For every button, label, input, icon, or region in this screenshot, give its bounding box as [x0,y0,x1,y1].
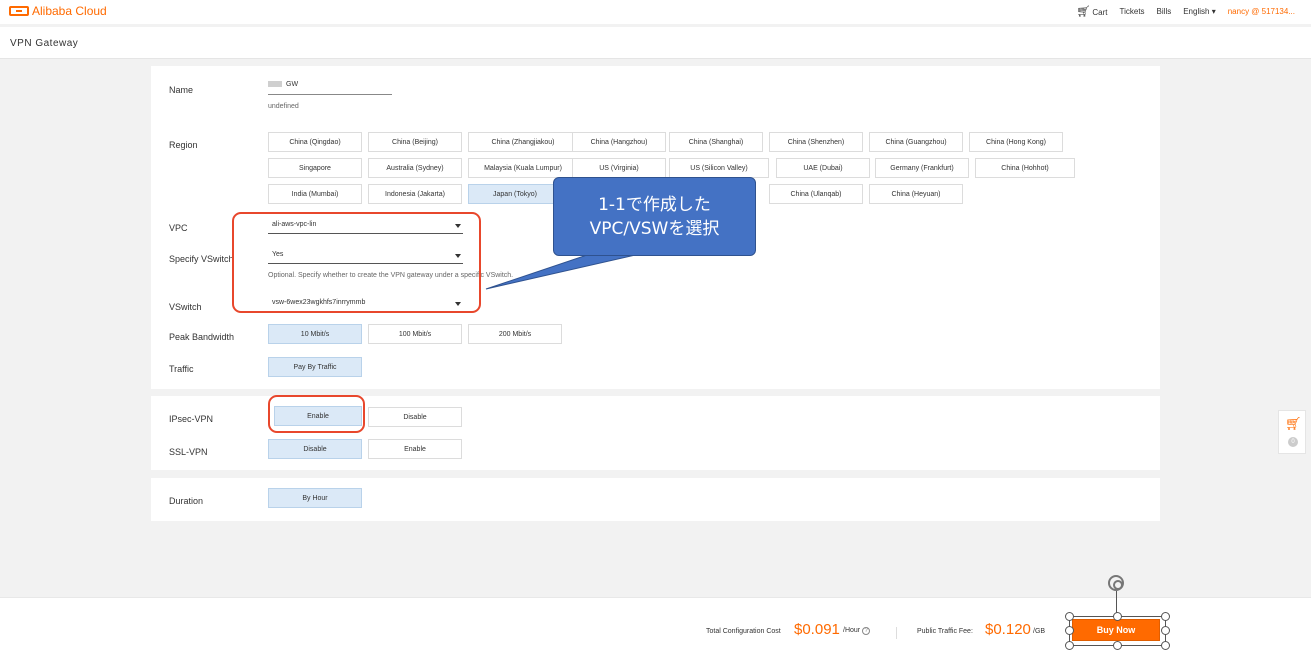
name-label: Name [169,85,194,95]
region-option[interactable]: China (Zhangjiakou) [468,132,578,152]
vpc-vswitch-highlight [232,212,481,313]
language-label: English [1183,7,1210,16]
alibaba-cloud-logo[interactable]: Alibaba Cloud [9,4,107,18]
region-option[interactable]: China (Beijing) [368,132,462,152]
specify-vswitch-label: Specify VSwitch [169,254,234,264]
name-input[interactable]: GW [268,79,392,95]
cart-label: Cart [1092,8,1108,17]
cart-count-badge: 0 [1288,437,1298,447]
region-option[interactable]: China (Shanghai) [669,132,763,152]
duration-option-by-hour[interactable]: By Hour [268,488,362,508]
language-dropdown[interactable]: English ▾ [1183,7,1216,16]
region-option[interactable]: India (Mumbai) [268,184,362,204]
buy-now-button[interactable]: Buy Now [1072,619,1160,641]
page-header: VPN Gateway [0,27,1311,59]
resize-handle[interactable] [1161,626,1170,635]
footer-divider [896,627,897,639]
region-option[interactable]: China (Hong Kong) [969,132,1063,152]
ssl-disable-option[interactable]: Disable [268,439,362,459]
traffic-label: Traffic [169,364,194,374]
bandwidth-option-100[interactable]: 100 Mbit/s [368,324,462,344]
redacted-text [268,81,282,88]
region-option[interactable]: UAE (Dubai) [776,158,870,178]
resize-handle[interactable] [1065,612,1074,621]
vswitch-label: VSwitch [169,302,202,312]
caret-down-icon: ▾ [1211,7,1216,16]
region-option[interactable]: US (Silicon Valley) [669,158,769,178]
region-option[interactable]: China (Hohhot) [975,158,1075,178]
region-option[interactable]: Germany (Frankfurt) [875,158,969,178]
alibaba-logo-icon [9,6,29,16]
peak-bandwidth-label: Peak Bandwidth [169,332,235,342]
ipsec-disable-option[interactable]: Disable [368,407,462,427]
traffic-fee-label: Public Traffic Fee: [917,628,973,635]
region-option[interactable]: US (Virginia) [572,158,666,178]
ipsec-vpn-label: IPsec-VPN [169,414,214,424]
help-icon[interactable]: ? [862,627,871,635]
region-option[interactable]: China (Ulanqab) [769,184,863,204]
callout-line-1: 1-1で作成した [598,195,711,215]
bandwidth-option-10[interactable]: 10 Mbit/s [268,324,362,344]
vpc-label: VPC [169,223,188,233]
total-cost-price: $0.091 [794,621,840,638]
name-value: GW [286,81,299,88]
bills-link[interactable]: Bills [1157,7,1172,16]
ssl-vpn-label: SSL-VPN [169,447,208,457]
region-option[interactable]: Australia (Sydney) [368,158,462,178]
resize-handle[interactable] [1065,626,1074,635]
callout-line-2: VPC/VSWを選択 [589,219,720,239]
resize-handle[interactable] [1161,641,1170,650]
ipsec-enable-highlight [268,395,365,433]
resize-handle[interactable] [1113,641,1122,650]
top-nav-links: 🛒︎ Cart Tickets Bills English ▾ nancy @ 5… [1076,5,1295,18]
cart-icon: 🛒︎ [1285,416,1302,431]
traffic-fee-price: $0.120 [985,621,1031,638]
floating-cart[interactable]: 🛒︎ 0 [1278,410,1306,454]
tickets-link[interactable]: Tickets [1120,7,1145,16]
resize-handle[interactable] [1161,612,1170,621]
region-option[interactable]: China (Heyuan) [869,184,963,204]
top-navigation-bar: Alibaba Cloud 🛒︎ Cart Tickets Bills Engli… [0,0,1311,24]
resize-handle[interactable] [1065,641,1074,650]
region-option[interactable]: China (Hangzhou) [572,132,666,152]
region-option[interactable]: China (Shenzhen) [769,132,863,152]
duration-label: Duration [169,496,204,506]
total-cost-label: Total Configuration Cost [706,628,781,635]
traffic-fee-unit: /GB [1033,628,1046,635]
region-label: Region [169,140,198,150]
ssl-enable-option[interactable]: Enable [368,439,462,459]
total-cost-unit-text: /Hour [843,627,861,634]
logo-text: Alibaba Cloud [32,4,107,18]
cart-icon: 🛒︎ [1076,6,1091,18]
region-option[interactable]: Singapore [268,158,362,178]
user-account-menu[interactable]: nancy @ 517134... [1228,7,1295,16]
page-title: VPN Gateway [10,38,79,49]
rotate-handle-icon[interactable] [1108,575,1124,591]
resize-handle[interactable] [1113,612,1122,621]
bandwidth-option-200[interactable]: 200 Mbit/s [468,324,562,344]
total-cost-unit: /Hour? [843,627,871,635]
region-option[interactable]: China (Guangzhou) [869,132,963,152]
region-option[interactable]: China (Qingdao) [268,132,362,152]
cart-link[interactable]: 🛒︎ Cart [1076,5,1107,18]
name-hint: undefined [268,103,299,110]
region-option[interactable]: Indonesia (Jakarta) [368,184,462,204]
region-option[interactable]: Japan (Tokyo) [468,184,562,204]
annotation-callout: 1-1で作成した VPC/VSWを選択 [553,177,756,256]
traffic-option-pay-by-traffic[interactable]: Pay By Traffic [268,357,362,377]
region-option[interactable]: Malaysia (Kuala Lumpur) [468,158,578,178]
